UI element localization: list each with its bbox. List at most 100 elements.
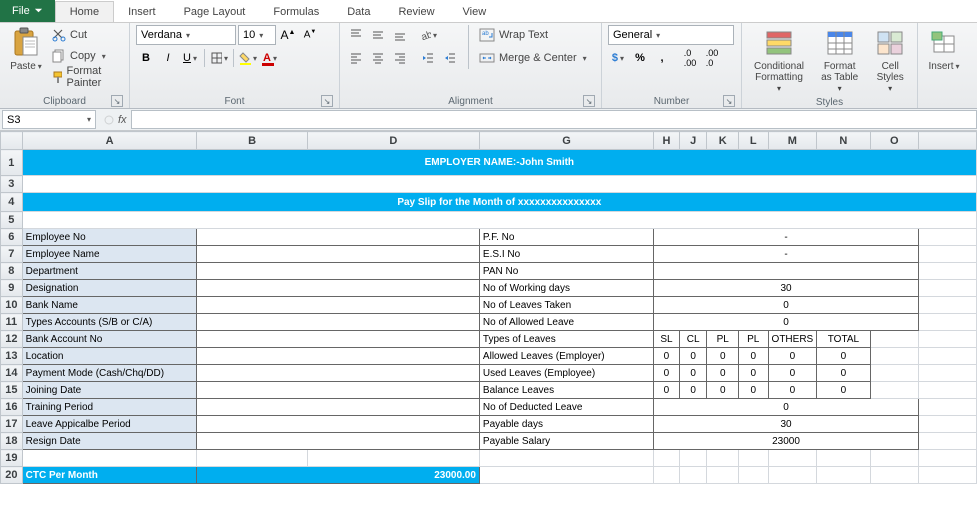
row-header[interactable]: 11 bbox=[1, 314, 23, 331]
empty-cell[interactable] bbox=[919, 382, 977, 399]
leave-value[interactable]: 0 bbox=[817, 382, 870, 399]
leave-header[interactable]: TOTAL bbox=[817, 331, 870, 348]
row-header[interactable]: 8 bbox=[1, 263, 23, 280]
field-label[interactable]: Department bbox=[22, 263, 197, 280]
leave-header[interactable]: CL bbox=[679, 331, 707, 348]
leave-value[interactable]: 0 bbox=[738, 365, 768, 382]
underline-button[interactable]: U bbox=[180, 48, 200, 68]
page-layout-tab[interactable]: Page Layout bbox=[170, 2, 260, 22]
col-header[interactable]: A bbox=[22, 132, 197, 150]
col-header[interactable]: K bbox=[707, 132, 739, 150]
col-header[interactable]: J bbox=[679, 132, 707, 150]
field-value[interactable] bbox=[197, 416, 479, 433]
name-box[interactable]: S3 ▾ bbox=[2, 110, 96, 129]
field-value[interactable]: - bbox=[654, 246, 919, 263]
field-value[interactable] bbox=[197, 399, 479, 416]
field-label[interactable]: No of Allowed Leave bbox=[479, 314, 653, 331]
home-tab[interactable]: Home bbox=[55, 1, 114, 22]
field-label[interactable]: Payable Salary bbox=[479, 433, 653, 450]
percent-button[interactable]: % bbox=[630, 48, 650, 68]
empty-cell[interactable] bbox=[654, 450, 680, 467]
leave-value[interactable]: 0 bbox=[738, 348, 768, 365]
col-header[interactable]: B bbox=[197, 132, 307, 150]
empty-cell[interactable] bbox=[707, 450, 739, 467]
empty-cell[interactable] bbox=[919, 297, 977, 314]
empty-cell[interactable] bbox=[817, 450, 870, 467]
leave-value[interactable]: 0 bbox=[768, 365, 817, 382]
review-tab[interactable]: Review bbox=[384, 2, 448, 22]
leave-value[interactable]: 0 bbox=[707, 348, 739, 365]
file-tab[interactable]: File bbox=[0, 0, 55, 22]
spreadsheet-grid[interactable]: A B D G H J K L M N O 1EMPLOYER NAME:-Jo… bbox=[0, 131, 977, 484]
insert-cells-button[interactable]: Insert bbox=[924, 25, 964, 74]
empty-cell[interactable] bbox=[870, 467, 918, 484]
cell-styles-button[interactable]: CellStyles ▾ bbox=[869, 25, 911, 96]
field-label[interactable]: No of Working days bbox=[479, 280, 653, 297]
insert-tab[interactable]: Insert bbox=[114, 2, 170, 22]
row-header[interactable]: 6 bbox=[1, 229, 23, 246]
align-left-button[interactable] bbox=[346, 48, 366, 68]
col-header[interactable]: G bbox=[479, 132, 653, 150]
row-header[interactable]: 19 bbox=[1, 450, 23, 467]
empty-cell[interactable] bbox=[870, 331, 918, 348]
data-tab[interactable]: Data bbox=[333, 2, 384, 22]
empty-cell[interactable] bbox=[679, 450, 707, 467]
leave-value[interactable]: 0 bbox=[817, 365, 870, 382]
col-header[interactable]: O bbox=[870, 132, 918, 150]
field-label[interactable]: E.S.I No bbox=[479, 246, 653, 263]
field-label[interactable]: Designation bbox=[22, 280, 197, 297]
align-center-button[interactable] bbox=[368, 48, 388, 68]
title-cell[interactable]: EMPLOYER NAME:-John Smith bbox=[22, 150, 976, 176]
field-label[interactable]: Bank Account No bbox=[22, 331, 197, 348]
empty-cell[interactable] bbox=[22, 176, 976, 193]
align-right-button[interactable] bbox=[390, 48, 410, 68]
leave-value[interactable]: 0 bbox=[654, 348, 680, 365]
empty-cell[interactable] bbox=[768, 450, 817, 467]
col-header[interactable] bbox=[919, 132, 977, 150]
decrease-indent-button[interactable] bbox=[418, 48, 438, 68]
row-header[interactable]: 16 bbox=[1, 399, 23, 416]
row-header[interactable]: 5 bbox=[1, 212, 23, 229]
row-header[interactable]: 14 bbox=[1, 365, 23, 382]
empty-cell[interactable] bbox=[919, 280, 977, 297]
empty-cell[interactable] bbox=[479, 450, 653, 467]
field-label[interactable]: Used Leaves (Employee) bbox=[479, 365, 653, 382]
conditional-formatting-button[interactable]: ConditionalFormatting ▾ bbox=[748, 25, 810, 96]
empty-cell[interactable] bbox=[197, 450, 307, 467]
field-value[interactable] bbox=[197, 246, 479, 263]
empty-cell[interactable] bbox=[870, 365, 918, 382]
increase-decimal-button[interactable]: .0.00 bbox=[680, 48, 700, 68]
field-value[interactable] bbox=[197, 382, 479, 399]
align-bottom-button[interactable] bbox=[390, 25, 410, 45]
orientation-button[interactable]: ab bbox=[418, 25, 438, 45]
col-header[interactable]: H bbox=[654, 132, 680, 150]
increase-font-button[interactable]: A▲ bbox=[278, 25, 298, 45]
field-value[interactable] bbox=[197, 263, 479, 280]
empty-cell[interactable] bbox=[919, 399, 977, 416]
italic-button[interactable]: I bbox=[158, 48, 178, 68]
field-value[interactable] bbox=[197, 348, 479, 365]
view-tab[interactable]: View bbox=[449, 2, 501, 22]
field-label[interactable]: No of Leaves Taken bbox=[479, 297, 653, 314]
empty-cell[interactable] bbox=[870, 450, 918, 467]
font-dialog-launcher[interactable]: ↘ bbox=[321, 95, 333, 107]
decrease-decimal-button[interactable]: .00.0 bbox=[702, 48, 722, 68]
field-label[interactable]: Types of Leaves bbox=[479, 331, 653, 348]
leave-value[interactable]: 0 bbox=[679, 348, 707, 365]
empty-cell[interactable] bbox=[22, 212, 976, 229]
field-label[interactable]: P.F. No bbox=[479, 229, 653, 246]
ctc-value[interactable]: 23000.00 bbox=[197, 467, 479, 484]
row-header[interactable]: 15 bbox=[1, 382, 23, 399]
empty-cell[interactable] bbox=[919, 263, 977, 280]
col-header[interactable]: L bbox=[738, 132, 768, 150]
field-value[interactable] bbox=[197, 314, 479, 331]
leave-header[interactable]: PL bbox=[738, 331, 768, 348]
empty-cell[interactable] bbox=[654, 467, 680, 484]
font-color-button[interactable]: A bbox=[260, 48, 280, 68]
leave-value[interactable]: 0 bbox=[679, 365, 707, 382]
clipboard-dialog-launcher[interactable]: ↘ bbox=[111, 95, 123, 107]
row-header[interactable]: 3 bbox=[1, 176, 23, 193]
empty-cell[interactable] bbox=[768, 467, 817, 484]
field-label[interactable]: Leave Appicalbe Period bbox=[22, 416, 197, 433]
bold-button[interactable]: B bbox=[136, 48, 156, 68]
